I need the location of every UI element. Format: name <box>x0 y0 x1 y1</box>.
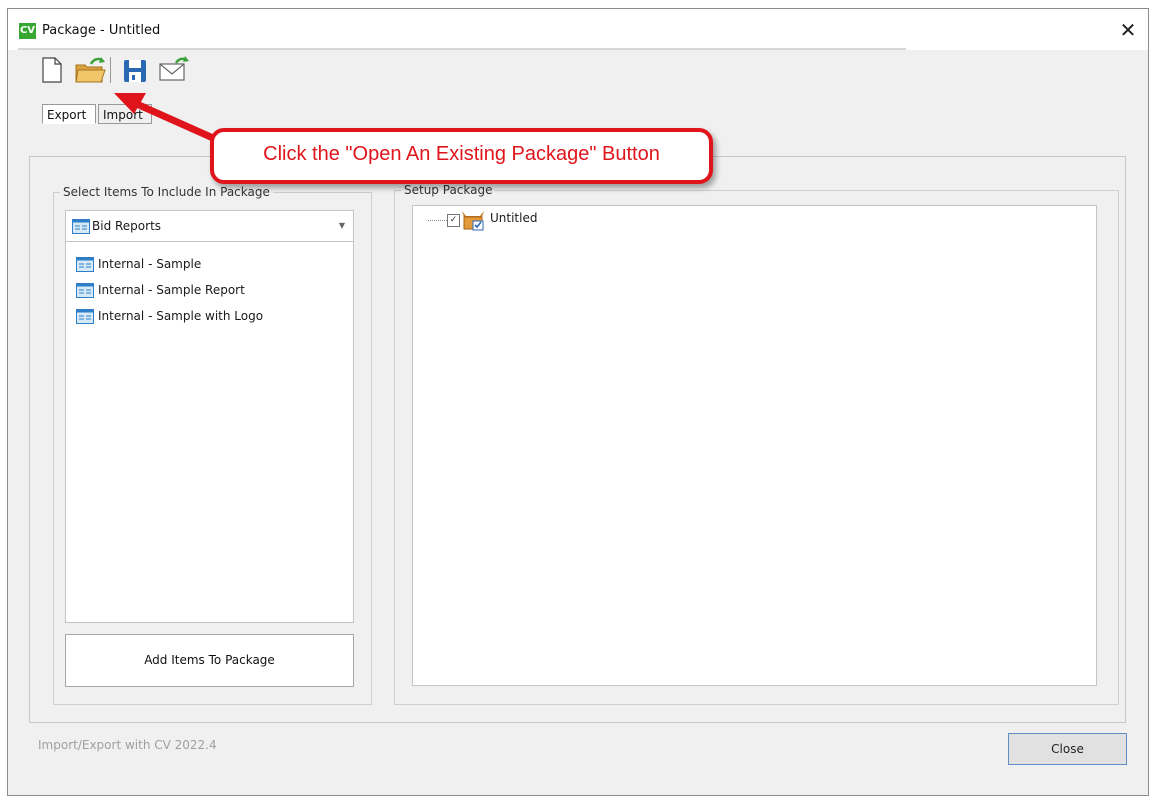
setup-package-legend: Setup Package <box>401 183 496 197</box>
list-item-label: Internal - Sample Report <box>98 283 245 297</box>
list-item[interactable]: Internal - Sample with Logo <box>76 306 263 326</box>
tab-export[interactable]: Export <box>42 104 96 124</box>
tab-import[interactable]: Import <box>98 104 152 124</box>
app-logo: CV <box>19 23 36 39</box>
report-icon <box>76 283 94 298</box>
available-items-list: Internal - Sample Internal - Sample Repo… <box>65 242 354 623</box>
toolbar-divider <box>110 57 111 83</box>
window-close-button[interactable]: ✕ <box>1114 17 1142 43</box>
envelope-icon <box>159 56 189 81</box>
new-document-icon <box>42 57 62 83</box>
close-button[interactable]: Close <box>1008 733 1127 765</box>
add-items-button[interactable]: Add Items To Package <box>65 634 354 687</box>
dropdown-selected-value: Bid Reports <box>92 219 162 233</box>
list-item-label: Internal - Sample <box>98 257 202 271</box>
category-dropdown[interactable]: Bid Reports ▼ <box>65 210 354 242</box>
annotation-callout: Click the "Open An Existing Package" But… <box>210 128 713 184</box>
floppy-disk-icon <box>124 60 146 82</box>
report-icon <box>76 309 94 324</box>
package-tree: ✓ Untitled <box>412 205 1097 686</box>
window-title: Package - Untitled <box>42 23 161 38</box>
chevron-down-icon: ▼ <box>338 221 345 230</box>
callout-text: Click the "Open An Existing Package" But… <box>263 143 660 165</box>
report-icon <box>76 257 94 272</box>
tree-item-label[interactable]: Untitled <box>490 211 537 225</box>
package-icon <box>462 211 484 231</box>
select-items-legend: Select Items To Include In Package <box>60 185 273 199</box>
tree-checkbox[interactable]: ✓ <box>447 214 460 227</box>
save-package-button[interactable] <box>120 55 150 85</box>
new-package-button[interactable] <box>37 55 67 85</box>
list-item[interactable]: Internal - Sample <box>76 254 201 274</box>
version-text: Import/Export with CV 2022.4 <box>38 738 217 752</box>
open-folder-icon <box>75 57 106 83</box>
tree-connector <box>428 220 447 221</box>
email-package-button[interactable] <box>157 55 189 85</box>
list-item[interactable]: Internal - Sample Report <box>76 280 245 300</box>
report-icon <box>72 219 90 234</box>
open-package-button[interactable] <box>74 55 106 85</box>
title-bar: CV Package - Untitled ✕ <box>8 9 1148 50</box>
list-item-label: Internal - Sample with Logo <box>98 309 264 323</box>
toolbar-separator <box>18 48 906 50</box>
